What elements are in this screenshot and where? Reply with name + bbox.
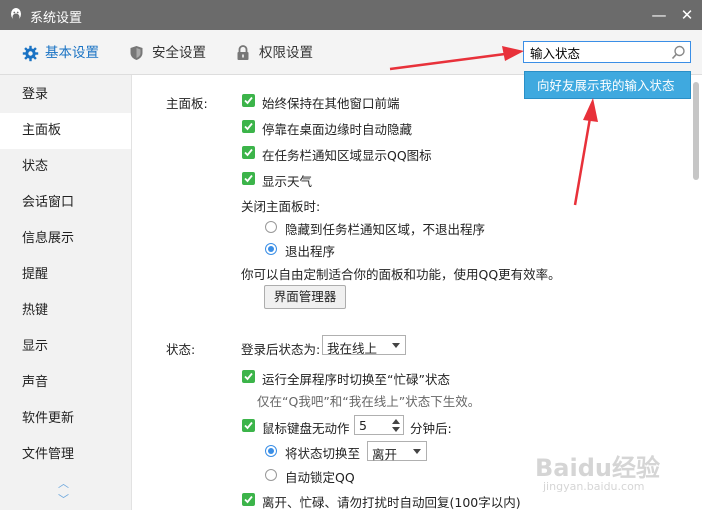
- arrow-to-search-icon: [389, 46, 524, 71]
- watermark-subtext: jingyan.baidu.com: [543, 480, 645, 493]
- watermark-text: Baidu经验: [535, 454, 660, 482]
- baidu-watermark: Baidu经验 jingyan.baidu.com: [535, 448, 695, 498]
- annotation-arrows: [389, 46, 598, 206]
- arrow-to-suggestion-icon: [573, 98, 598, 206]
